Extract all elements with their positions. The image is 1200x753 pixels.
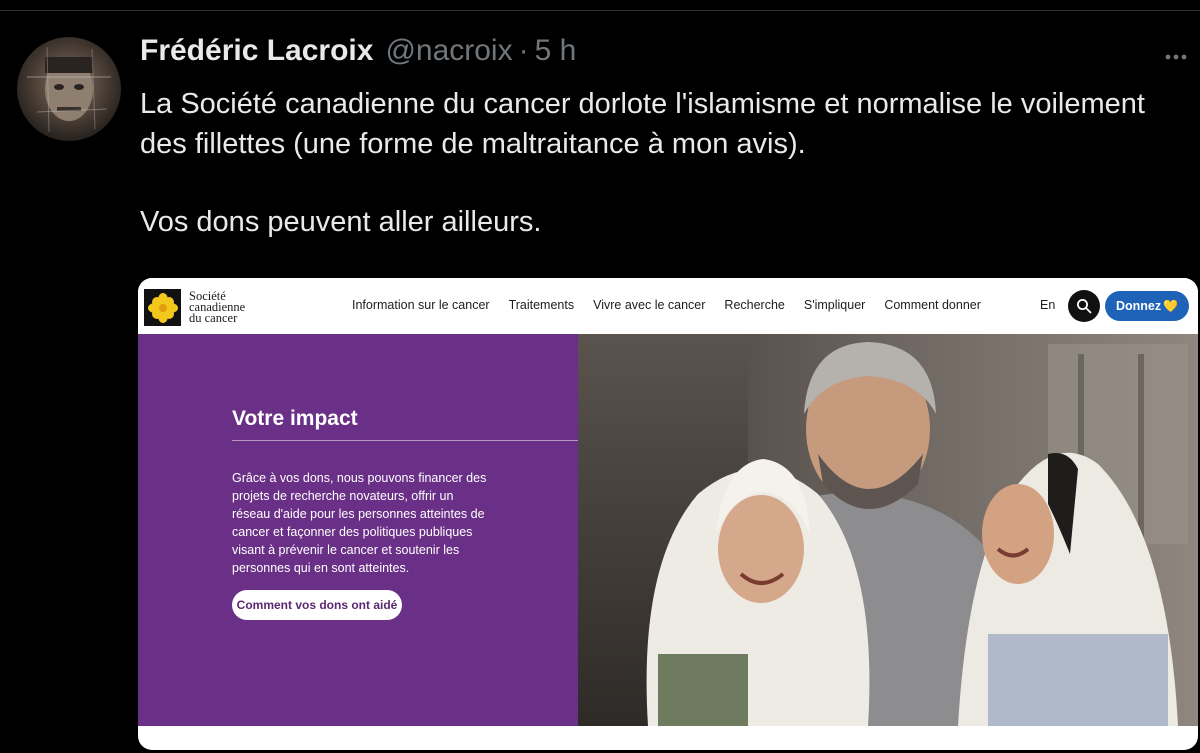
more-options-icon[interactable] — [1163, 44, 1189, 70]
hero-photo — [578, 334, 1198, 726]
language-toggle[interactable]: En — [1040, 298, 1055, 312]
impact-cta-button[interactable]: Comment vos dons ont aidé — [232, 590, 402, 620]
tweet-timestamp[interactable]: 5 h — [535, 34, 577, 68]
nav-item-impliquer[interactable]: S'impliquer — [804, 298, 865, 312]
impact-title: Votre impact — [232, 407, 358, 430]
tweet-header: Frédéric Lacroix @nacroix · 5 h — [140, 34, 576, 74]
avatar[interactable] — [17, 37, 121, 141]
site-header: Société canadienne du cancer Information… — [138, 278, 1198, 335]
donate-button[interactable]: Donnez 💛 — [1105, 291, 1189, 321]
heart-icon: 💛 — [1163, 299, 1179, 313]
donate-label: Donnez — [1115, 299, 1162, 313]
tweet-text: La Société canadienne du cancer dorlote … — [140, 84, 1180, 242]
author-name[interactable]: Frédéric Lacroix — [140, 34, 373, 68]
nav-item-traitements[interactable]: Traitements — [509, 298, 575, 312]
site-logo[interactable]: Société canadienne du cancer — [144, 289, 245, 326]
impact-panel: Votre impact Grâce à vos dons, nous pouv… — [138, 334, 578, 726]
author-handle[interactable]: @nacroix — [385, 34, 512, 68]
hero-section: Votre impact Grâce à vos dons, nous pouv… — [138, 334, 1198, 750]
daffodil-icon — [144, 289, 181, 326]
nav-item-recherche[interactable]: Recherche — [724, 298, 784, 312]
separator-dot: · — [518, 34, 529, 67]
logo-line: du cancer — [189, 311, 238, 325]
search-icon — [1077, 299, 1092, 314]
search-button[interactable] — [1068, 290, 1100, 322]
tweet-paragraph: La Société canadienne du cancer dorlote … — [140, 88, 1145, 160]
divider — [0, 10, 1200, 11]
title-divider — [232, 440, 578, 441]
nav-item-vivre[interactable]: Vivre avec le cancer — [593, 298, 705, 312]
impact-description: Grâce à vos dons, nous pouvons financer … — [232, 471, 487, 575]
tweet-media-image[interactable]: Société canadienne du cancer Information… — [138, 278, 1198, 750]
tweet-paragraph: Vos dons peuvent aller ailleurs. — [140, 206, 542, 238]
nav-item-information[interactable]: Information sur le cancer — [352, 298, 490, 312]
main-nav: Information sur le cancer Traitements Vi… — [352, 298, 1000, 312]
nav-item-donner[interactable]: Comment donner — [884, 298, 981, 312]
logo-wordmark: Société canadienne du cancer — [189, 290, 245, 325]
